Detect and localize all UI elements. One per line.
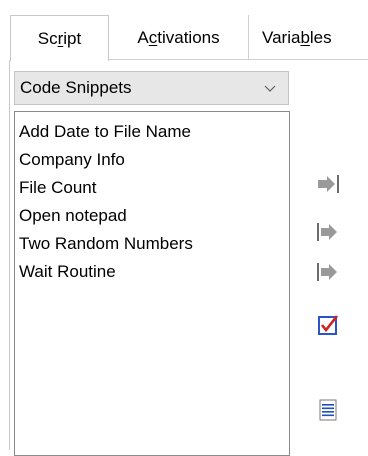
list-item[interactable]: Two Random Numbers [19,230,289,258]
insert-arrow-icon [317,263,337,281]
tab-activations[interactable]: Ac tivations [109,15,249,60]
list-item[interactable]: Open notepad [19,202,289,230]
tab-activations-label-post: tivations [157,27,220,47]
tab-script-label-post: ipt [63,28,82,48]
insert-arrow-icon [317,223,337,241]
view-snippet-button[interactable] [316,398,340,422]
document-lines-icon [319,399,337,421]
list-item[interactable]: Wait Routine [19,258,289,286]
tab-variables[interactable]: Varia b les [249,15,368,60]
edit-checkbox-icon [318,315,339,335]
tab-script-label-pre: Sc [37,28,58,48]
list-item[interactable]: Add Date to File Name [19,118,289,146]
snippet-list[interactable]: Add Date to File Name Company Info File … [14,111,290,456]
tab-activations-label-mnemonic: c [148,27,158,47]
tab-activations-label-pre: A [137,27,149,47]
insert-at-end-button[interactable] [316,172,340,196]
list-item[interactable]: File Count [19,174,289,202]
dropdown-selected-value: Code Snippets [20,78,132,97]
tab-script[interactable]: Sc r ipt [10,15,109,61]
snippet-category-dropdown[interactable]: Code Snippets [14,71,289,105]
edit-snippet-button[interactable] [316,313,340,337]
insert-at-end-arrow-icon [318,175,339,193]
tab-variables-label-pre: Varia [262,27,301,47]
insert-snippet-button[interactable] [316,220,340,244]
list-item[interactable]: Company Info [19,146,289,174]
tab-variables-label-post: les [309,27,332,47]
tab-variables-label-mnemonic: b [300,27,310,47]
chevron-down-icon [264,85,276,92]
panel-border [9,60,10,450]
insert-snippet-button-2[interactable] [316,260,340,284]
tab-strip: Sc r ipt Ac tivations Varia b les [0,0,368,61]
